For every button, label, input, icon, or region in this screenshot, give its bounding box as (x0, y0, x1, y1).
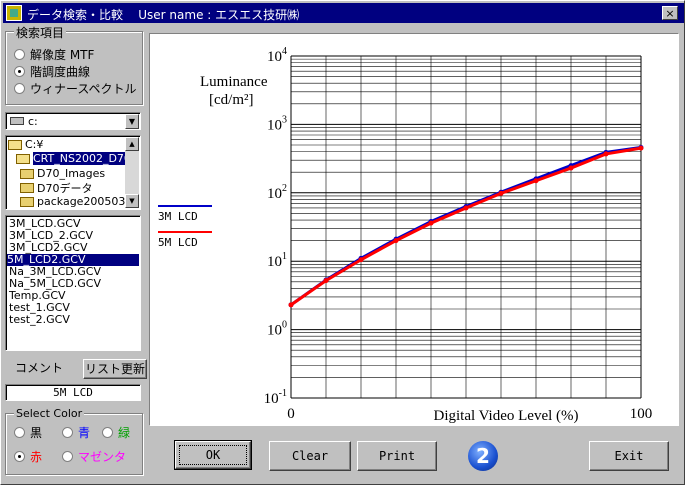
radio-button[interactable] (62, 451, 73, 462)
color-option-label: 黒 (30, 426, 43, 440)
comment-value: 5M LCD (53, 386, 93, 399)
y-axis-unit: [cd/m²] (209, 92, 253, 108)
y-tick-label: 100 (267, 320, 287, 339)
radio-button[interactable] (14, 427, 25, 438)
y-tick-label: 103 (267, 114, 287, 133)
folder-item[interactable]: C:¥ (8, 138, 43, 151)
print-button[interactable]: Print (357, 441, 437, 471)
close-button[interactable]: × (662, 6, 678, 20)
exit-button[interactable]: Exit (589, 441, 669, 471)
window-title: データ検索・比較 User name : エスエス技研㈱ (27, 8, 300, 22)
folder-open-icon (16, 153, 30, 164)
gradation-chart: 10-1 100 101 102 103 104 0 100 Luminance [cd/m²] D… (158, 46, 653, 424)
y-tick-label: 101 (267, 251, 287, 270)
step-badge: 2 (468, 441, 498, 471)
drive-icon (10, 117, 24, 125)
color-option[interactable]: 赤 (14, 448, 42, 465)
main-window: データ検索・比較 User name : エスエス技研㈱ × 検索項目 解像度 … (0, 0, 685, 485)
comment-field[interactable]: 5M LCD (5, 384, 141, 401)
search-items-group: 検索項目 解像度 MTF 階調度曲線 ウィナースペクトル (5, 24, 143, 105)
folder-item[interactable]: D70データ (20, 181, 93, 195)
x-axis-label: Digital Video Level (%) (433, 408, 578, 424)
folder-label: D70_Images (37, 167, 106, 180)
radio-button[interactable] (14, 49, 25, 60)
drive-value: c: (28, 115, 38, 128)
color-option-label: マゼンタ (78, 450, 127, 464)
chart-panel: 10-1 100 101 102 103 104 0 100 Luminance [cd/m²] D… (149, 33, 679, 426)
select-color-group: Select Color 黒 青 緑赤 マゼンタ (5, 407, 143, 475)
search-items-title: 検索項目 (14, 24, 67, 41)
y-tick-label: 104 (267, 46, 287, 65)
folder-open-icon (8, 139, 22, 150)
series-point (288, 302, 294, 308)
radio-button[interactable] (14, 83, 25, 94)
radio-button[interactable] (102, 427, 113, 438)
title-bar[interactable]: データ検索・比較 User name : エスエス技研㈱ × (3, 3, 684, 23)
folder-scrollbar[interactable]: ▲ ▼ (125, 137, 139, 208)
series-point (638, 145, 644, 151)
radio-button[interactable] (62, 427, 73, 438)
ok-button[interactable]: OK (174, 440, 252, 470)
radio-label: ウィナースペクトル (30, 82, 137, 96)
scroll-up-icon[interactable]: ▲ (125, 137, 139, 151)
series-point (533, 178, 539, 184)
color-option[interactable]: 緑 (102, 424, 130, 441)
comment-label: コメント (15, 361, 64, 375)
color-option-label: 緑 (118, 426, 131, 440)
radio-button[interactable] (14, 451, 25, 462)
x-tick-label: 0 (287, 406, 295, 422)
file-list-item[interactable]: test_2.GCV (9, 314, 73, 326)
app-icon (6, 5, 22, 21)
scroll-down-icon[interactable]: ▼ (125, 194, 139, 208)
series-point (428, 220, 434, 226)
radio-mtf[interactable]: 解像度 MTF (14, 46, 94, 63)
folder-icon (20, 182, 34, 193)
folder-item[interactable]: D70_Images (20, 167, 105, 180)
folder-item[interactable]: package20050304 (20, 195, 139, 208)
series-point (498, 190, 504, 196)
series-point (603, 151, 609, 157)
series-point (568, 165, 574, 171)
radio-label: 解像度 MTF (30, 48, 95, 62)
y-axis-label: Luminance (200, 74, 268, 90)
folder-label: D70データ (37, 181, 93, 195)
folder-icon (20, 168, 34, 179)
radio-gradation[interactable]: 階調度曲線 (14, 63, 90, 80)
radio-wiener[interactable]: ウィナースペクトル (14, 80, 137, 97)
color-option-label: 赤 (30, 450, 43, 464)
radio-label: 階調度曲線 (30, 65, 91, 79)
color-option[interactable]: 青 (62, 424, 90, 441)
legend-label: 5M LCD (158, 236, 198, 249)
color-option[interactable]: 黒 (14, 424, 42, 441)
y-tick-label: 10-1 (264, 388, 287, 407)
series-point (393, 238, 399, 244)
folder-tree[interactable]: C:¥ CRT_NS2002_D70 D70_Images D70データ package… (5, 135, 141, 210)
folder-label: C:¥ (25, 138, 44, 151)
radio-button[interactable] (14, 66, 25, 77)
folder-item[interactable]: CRT_NS2002_D70 (16, 152, 131, 165)
series-point (323, 278, 329, 284)
select-color-title: Select Color (14, 407, 85, 420)
drive-select[interactable]: c: ▼ (5, 112, 141, 130)
series-point (463, 205, 469, 211)
chevron-down-icon[interactable]: ▼ (125, 114, 139, 129)
x-tick-label: 100 (630, 406, 653, 422)
color-option-label: 青 (78, 426, 91, 440)
color-option[interactable]: マゼンタ (62, 448, 126, 465)
folder-label: CRT_NS2002_D70 (33, 152, 131, 165)
legend-label: 3M LCD (158, 210, 198, 223)
series-point (358, 257, 364, 263)
refresh-list-button[interactable]: リスト更新 (83, 359, 147, 379)
clear-button[interactable]: Clear (269, 441, 351, 471)
folder-icon (20, 196, 34, 207)
file-list[interactable]: 3M_LCD.GCV 3M_LCD_2.GCV 3M_LCD2.GCV 5M_LCD2… (5, 215, 141, 351)
y-tick-label: 102 (267, 183, 287, 202)
